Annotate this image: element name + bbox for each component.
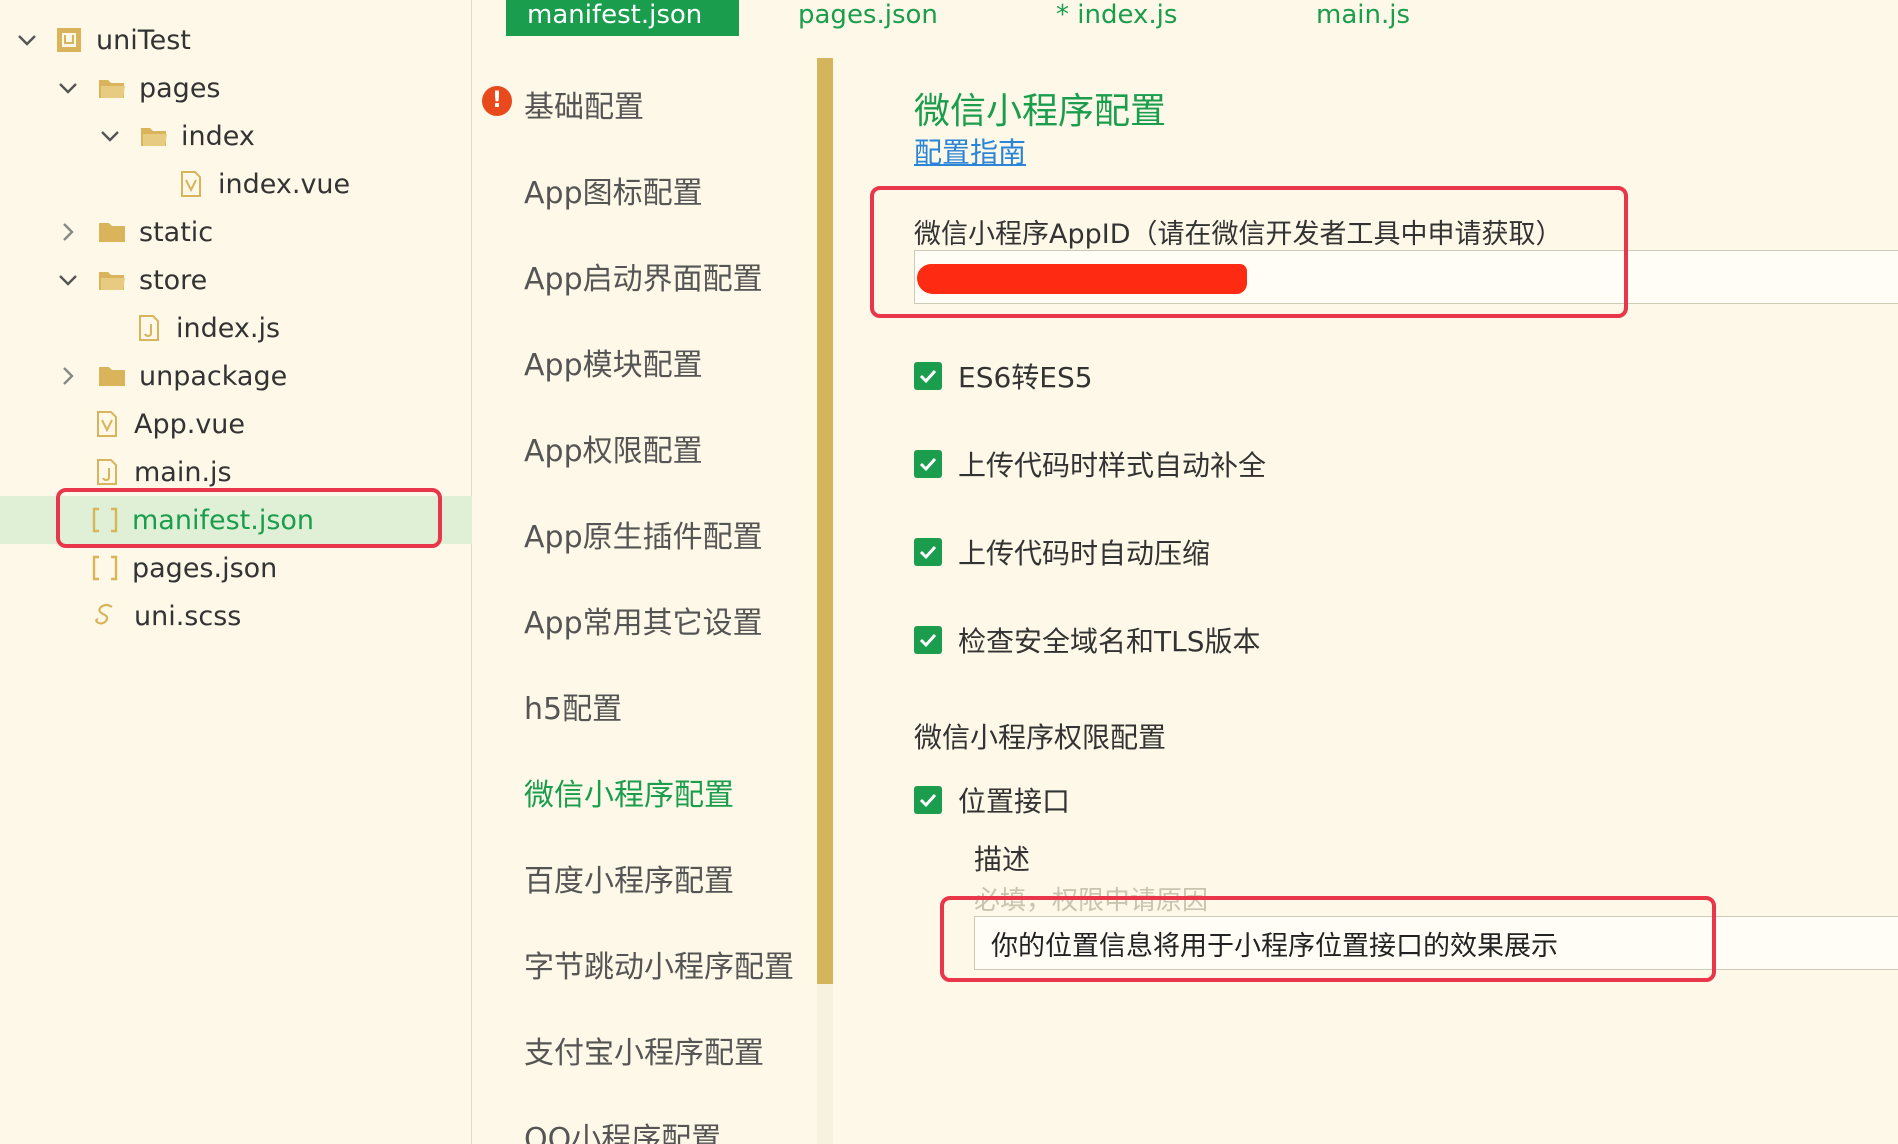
highlight-box-appid	[870, 186, 1628, 318]
chevron-down-icon[interactable]	[97, 123, 123, 149]
checkbox-auto-minify[interactable]: 上传代码时自动压缩	[914, 532, 1210, 572]
folder-open-icon	[139, 121, 169, 151]
tab-main-js[interactable]: main.js	[1316, 0, 1410, 36]
nav-item-app-modules[interactable]: App模块配置	[524, 340, 703, 384]
tree-item-index-folder[interactable]: index	[0, 112, 472, 160]
checkbox-checked-icon[interactable]	[914, 538, 942, 566]
nav-item-qq[interactable]: QQ小程序配置	[524, 1114, 721, 1144]
nav-scrollbar-thumb[interactable]	[817, 58, 833, 984]
nav-item-app-other[interactable]: App常用其它设置	[524, 598, 763, 642]
checkbox-checked-icon[interactable]	[914, 786, 942, 814]
checkbox-location[interactable]: 位置接口	[914, 780, 1070, 820]
nav-item-baidu[interactable]: 百度小程序配置	[524, 856, 734, 900]
tree-item-pages-json[interactable]: pages.json	[0, 544, 472, 592]
tree-item-index-js[interactable]: index.js	[0, 304, 472, 352]
checkbox-label: 位置接口	[958, 785, 1071, 818]
checkbox-es6-to-es5[interactable]: ES6转ES5	[914, 356, 1093, 396]
nav-item-h5[interactable]: h5配置	[524, 684, 622, 728]
json-file-icon	[90, 553, 120, 583]
tab-index-js[interactable]: * index.js	[1056, 0, 1177, 36]
tree-item-index-vue[interactable]: index.vue	[0, 160, 472, 208]
checkbox-label: 检查安全域名和TLS版本	[958, 625, 1261, 658]
nav-item-toutiao[interactable]: 字节跳动小程序配置	[524, 942, 794, 986]
tree-item-label: index.vue	[218, 168, 351, 200]
tree-item-label: App.vue	[134, 408, 246, 440]
config-guide-link[interactable]: 配置指南	[914, 131, 1026, 171]
tree-item-store-folder[interactable]: store	[0, 256, 472, 304]
tree-item-label: pages	[139, 72, 221, 104]
chevron-down-icon[interactable]	[55, 75, 81, 101]
file-tree: uniTest pages index index.vue static sto…	[0, 0, 472, 1144]
tree-item-pages-folder[interactable]: pages	[0, 64, 472, 112]
chevron-right-icon[interactable]	[55, 363, 81, 389]
tree-item-label: unpackage	[139, 360, 288, 392]
checkbox-checked-icon[interactable]	[914, 450, 942, 478]
warning-icon: !	[482, 86, 512, 116]
scss-file-icon	[92, 601, 122, 631]
tree-item-label: uni.scss	[134, 600, 242, 632]
chevron-right-icon[interactable]	[55, 219, 81, 245]
tree-item-label: static	[139, 216, 214, 248]
folder-open-icon	[97, 73, 127, 103]
checkbox-checked-icon[interactable]	[914, 626, 942, 654]
tree-item-label: index.js	[176, 312, 281, 344]
tab-manifest-json[interactable]: manifest.json	[506, 0, 739, 36]
chevron-down-icon[interactable]	[55, 267, 81, 293]
project-icon	[54, 25, 84, 55]
nav-item-app-splash[interactable]: App启动界面配置	[524, 254, 763, 298]
checkbox-label: ES6转ES5	[958, 361, 1093, 394]
nav-item-alipay[interactable]: 支付宝小程序配置	[524, 1028, 764, 1072]
tree-item-label: store	[139, 264, 208, 296]
vue-file-icon	[92, 409, 122, 439]
nav-item-basic[interactable]: 基础配置	[524, 82, 644, 126]
js-file-icon	[134, 313, 164, 343]
nav-item-app-native-plugins[interactable]: App原生插件配置	[524, 512, 763, 556]
nav-item-app-permissions[interactable]: App权限配置	[524, 426, 703, 470]
tree-item-uni-scss[interactable]: uni.scss	[0, 592, 472, 640]
description-label: 描述	[974, 843, 1031, 876]
chevron-down-icon[interactable]	[14, 27, 40, 53]
tree-item-app-vue[interactable]: App.vue	[0, 400, 472, 448]
tree-item-unitest[interactable]: uniTest	[0, 16, 472, 64]
nav-item-app-icon[interactable]: App图标配置	[524, 168, 703, 212]
tree-item-label: uniTest	[96, 24, 191, 56]
permission-section-title: 微信小程序权限配置	[914, 721, 1167, 754]
checkbox-label: 上传代码时自动压缩	[958, 537, 1211, 570]
tab-pages-json[interactable]: pages.json	[798, 0, 938, 36]
tree-item-label: main.js	[134, 456, 232, 488]
highlight-box-description	[940, 896, 1716, 982]
tree-item-label: index	[181, 120, 255, 152]
nav-item-weixin[interactable]: 微信小程序配置	[524, 770, 734, 814]
tree-item-static-folder[interactable]: static	[0, 208, 472, 256]
checkbox-style-autocomplete[interactable]: 上传代码时样式自动补全	[914, 444, 1266, 484]
highlight-box-manifest	[56, 488, 442, 548]
checkbox-checked-icon[interactable]	[914, 362, 942, 390]
page-title: 微信小程序配置	[914, 91, 1167, 132]
folder-icon	[97, 217, 127, 247]
folder-icon	[97, 361, 127, 391]
checkbox-check-domain-tls[interactable]: 检查安全域名和TLS版本	[914, 620, 1260, 660]
tree-item-label: pages.json	[132, 552, 278, 584]
tree-item-unpackage-folder[interactable]: unpackage	[0, 352, 472, 400]
vue-file-icon	[176, 169, 206, 199]
checkbox-label: 上传代码时样式自动补全	[958, 449, 1267, 482]
folder-open-icon	[97, 265, 127, 295]
js-file-icon	[92, 457, 122, 487]
